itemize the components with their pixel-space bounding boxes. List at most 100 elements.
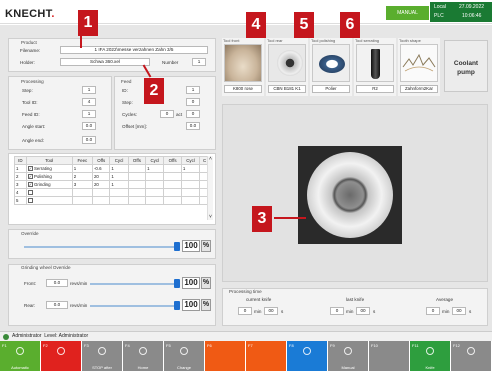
row-tool-name: Polishing bbox=[33, 173, 52, 179]
table-row[interactable]: 4 bbox=[14, 188, 210, 197]
current-min-unit: min bbox=[254, 309, 262, 314]
rear-speed-field: 0.0 bbox=[46, 301, 68, 309]
row-cell[interactable] bbox=[163, 180, 182, 189]
row-cell[interactable] bbox=[91, 188, 111, 197]
row-id: 2 bbox=[14, 172, 27, 181]
step-field: 1 bbox=[82, 86, 96, 94]
row-cell[interactable]: -0.6 bbox=[91, 164, 111, 173]
row-checkbox[interactable]: ✓ bbox=[27, 182, 33, 188]
rear-slider-track[interactable] bbox=[90, 305, 176, 307]
row-cell[interactable] bbox=[180, 188, 201, 197]
row-cell[interactable]: 1 bbox=[109, 164, 129, 173]
callout-6: 6 bbox=[340, 12, 360, 38]
fkey-f8[interactable]: F8 bbox=[287, 341, 328, 371]
row-cell[interactable] bbox=[163, 188, 182, 197]
scroll-down-icon[interactable]: ˅ bbox=[209, 214, 212, 220]
coolant-pump-button[interactable]: Coolant pump bbox=[444, 40, 488, 92]
row-cell[interactable] bbox=[180, 172, 201, 181]
datetime-block: 27.09.2022 10:06:46 bbox=[456, 2, 492, 22]
row-cell[interactable] bbox=[163, 196, 182, 205]
row-tool[interactable]: ✓ Polishing bbox=[25, 172, 73, 181]
row-checkbox[interactable] bbox=[27, 190, 33, 196]
filename-field[interactable]: 1 IFA 2022\messe verzahnen Zahn 3/5 bbox=[60, 46, 208, 54]
row-cell[interactable] bbox=[163, 164, 182, 173]
fkey-f5[interactable]: F5 Change bbox=[164, 341, 205, 371]
fkey-f4[interactable]: F4 Home bbox=[123, 341, 164, 371]
row-checkbox[interactable]: ✓ bbox=[27, 174, 33, 180]
fkey-f10[interactable]: F10 bbox=[369, 341, 410, 371]
tool-serrating-tile[interactable]: Tool serrating R2 bbox=[354, 38, 396, 96]
row-cell[interactable] bbox=[145, 196, 165, 205]
row-cell[interactable] bbox=[163, 172, 182, 181]
row-cell[interactable] bbox=[109, 196, 129, 205]
row-tool[interactable] bbox=[25, 188, 73, 197]
row-tool[interactable]: ✓ Serrating bbox=[25, 164, 73, 173]
rear-slider-thumb[interactable] bbox=[174, 301, 180, 310]
row-cell[interactable]: 1 bbox=[109, 180, 129, 189]
row-tool[interactable]: ✓ Grinding bbox=[25, 180, 73, 189]
override-slider-track[interactable] bbox=[24, 246, 176, 248]
fkey-f3[interactable]: F3 STOP after bbox=[82, 341, 123, 371]
row-cell[interactable] bbox=[180, 196, 201, 205]
grinding-wheel-image bbox=[307, 152, 393, 238]
row-id: 3 bbox=[14, 180, 27, 189]
row-cell[interactable] bbox=[145, 172, 165, 181]
tool-id-field: 4 bbox=[82, 98, 96, 106]
table-row[interactable]: 2 ✓ Polishing 2 20 1 bbox=[14, 172, 210, 181]
row-cell[interactable]: 20 bbox=[91, 180, 111, 189]
holder-field[interactable]: Schwa 360.xel bbox=[60, 58, 150, 66]
fkey-f1[interactable]: F1 Automatic bbox=[0, 341, 41, 371]
front-slider-thumb[interactable] bbox=[174, 279, 180, 288]
row-cell[interactable] bbox=[127, 180, 147, 189]
row-checkbox[interactable] bbox=[27, 198, 33, 204]
tool-rear-name: CBN B181 K1 bbox=[268, 85, 306, 93]
fkey-f2[interactable]: F2 bbox=[41, 341, 82, 371]
table-row[interactable]: 1 ✓ Serrating 1 -0.6 1 1 1 bbox=[14, 164, 210, 173]
last-min-field: 0 bbox=[330, 307, 344, 315]
row-cell[interactable]: 1 bbox=[71, 164, 93, 173]
callout-1-line bbox=[80, 34, 82, 48]
row-cell[interactable] bbox=[127, 188, 147, 197]
number-field[interactable]: 1 bbox=[192, 58, 206, 66]
tool-polishing-tile[interactable]: Tool polishing Polier bbox=[310, 38, 352, 96]
row-cell[interactable] bbox=[180, 180, 201, 189]
local-label: Local bbox=[434, 4, 446, 10]
fkey-f12[interactable]: F12 bbox=[451, 341, 492, 371]
override-title: Override bbox=[20, 231, 40, 236]
row-tool[interactable] bbox=[25, 196, 73, 205]
row-cell[interactable] bbox=[145, 180, 165, 189]
row-cell[interactable]: 1 bbox=[180, 164, 201, 173]
row-checkbox[interactable]: ✓ bbox=[27, 166, 33, 172]
row-cell[interactable] bbox=[127, 196, 147, 205]
row-cell[interactable]: 3 bbox=[71, 180, 93, 189]
row-cell[interactable] bbox=[71, 196, 93, 205]
last-s-field: 00 bbox=[356, 307, 370, 315]
row-cell[interactable] bbox=[109, 188, 129, 197]
row-cell[interactable] bbox=[145, 188, 165, 197]
row-cell[interactable] bbox=[127, 172, 147, 181]
callout-3: 3 bbox=[252, 206, 272, 232]
row-cell[interactable] bbox=[91, 196, 111, 205]
callout-1: 1 bbox=[78, 10, 98, 36]
front-slider-track[interactable] bbox=[90, 283, 176, 285]
table-scrollbar[interactable]: ˄ ˅ bbox=[207, 156, 213, 220]
fkey-f9[interactable]: F9 Manual bbox=[328, 341, 369, 371]
row-cell[interactable]: 1 bbox=[109, 172, 129, 181]
row-cell[interactable] bbox=[127, 164, 147, 173]
tool-rear-tile[interactable]: Tool rear CBN B181 K1 bbox=[266, 38, 308, 96]
override-slider-thumb[interactable] bbox=[174, 242, 180, 251]
tool-front-tile[interactable]: Tool front K800 rose bbox=[222, 38, 264, 96]
table-row[interactable]: 5 bbox=[14, 196, 210, 205]
callout-3-line bbox=[274, 217, 306, 219]
fkey-f7[interactable]: F7 bbox=[246, 341, 287, 371]
fkey-f11[interactable]: F11 Knife bbox=[410, 341, 451, 371]
row-cell[interactable]: 1 bbox=[145, 164, 165, 173]
row-cell[interactable] bbox=[71, 188, 93, 197]
table-row[interactable]: 3 ✓ Grinding 3 20 1 bbox=[14, 180, 210, 189]
fkey-f6[interactable]: F6 bbox=[205, 341, 246, 371]
scroll-up-icon[interactable]: ˄ bbox=[209, 156, 212, 162]
override-value: 100 bbox=[182, 240, 200, 252]
row-cell[interactable]: 20 bbox=[91, 172, 111, 181]
row-cell[interactable]: 2 bbox=[71, 172, 93, 181]
tooth-shape-tile[interactable]: Tooth shape Zahnform2Kar bbox=[398, 38, 440, 96]
